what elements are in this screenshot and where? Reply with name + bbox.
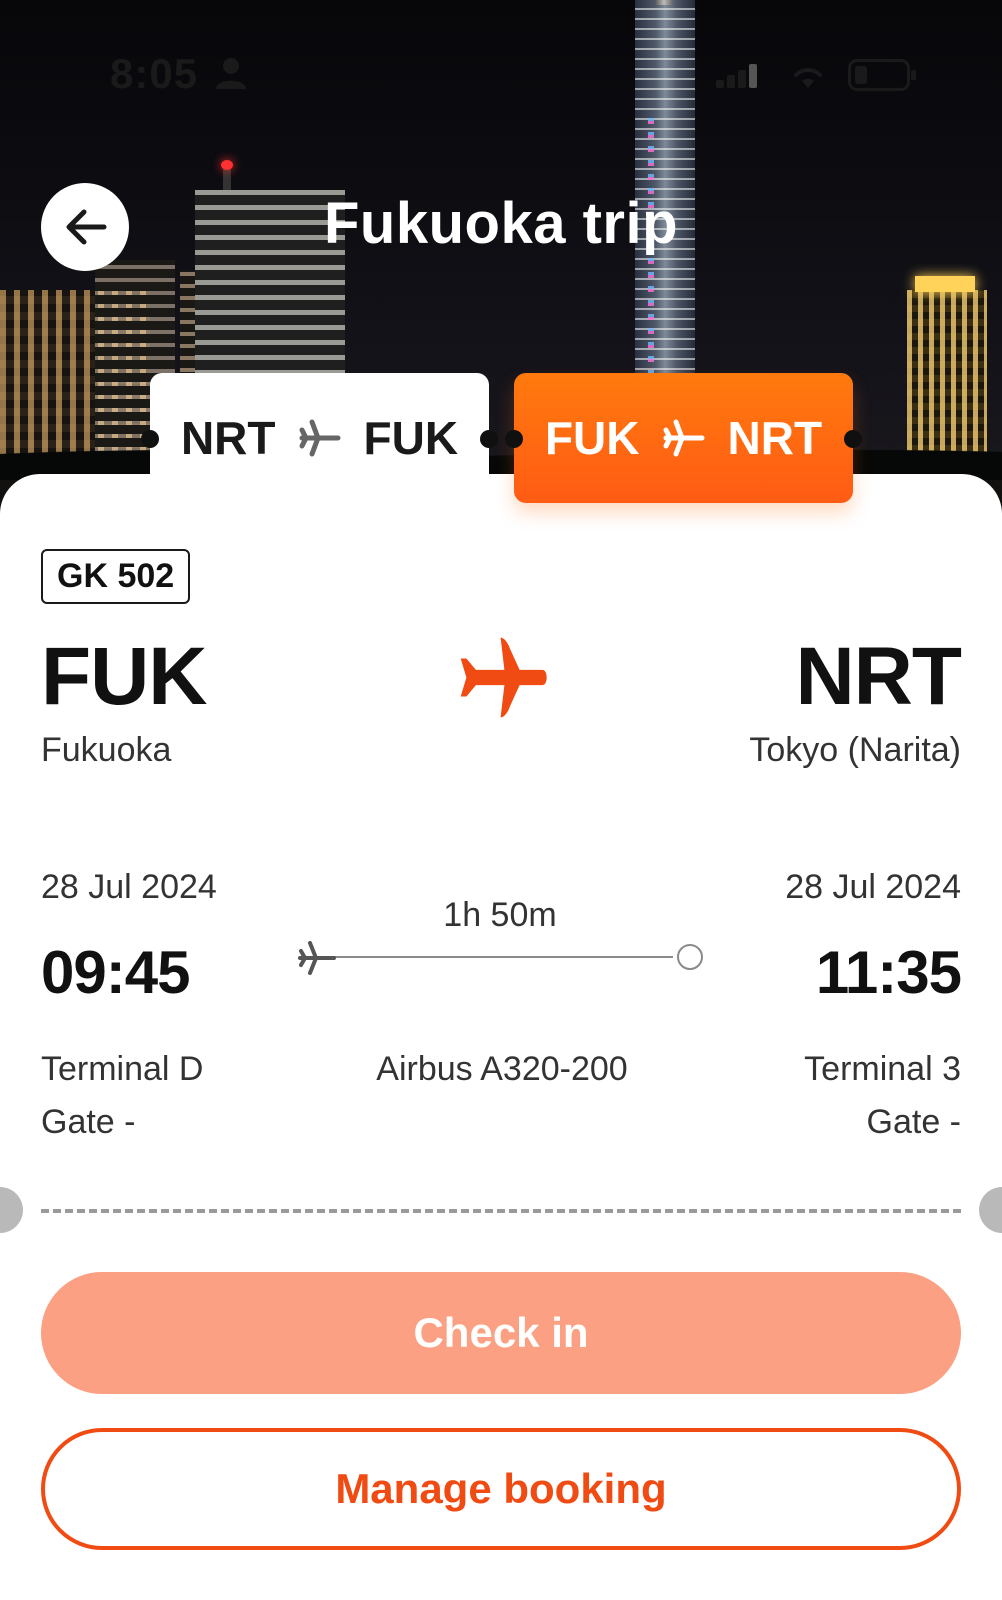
destination-code: NRT bbox=[795, 631, 962, 722]
origin-code: FUK bbox=[41, 631, 208, 722]
timeline-line bbox=[328, 956, 673, 958]
origin-gate: Gate - bbox=[41, 1103, 136, 1141]
tab-outbound[interactable]: NRT FUK bbox=[141, 373, 498, 503]
plane-icon bbox=[298, 941, 336, 975]
battery-icon bbox=[848, 59, 916, 91]
check-in-button[interactable]: Check in bbox=[41, 1272, 961, 1394]
tab-to-code: FUK bbox=[363, 412, 459, 464]
signal-icon bbox=[716, 64, 760, 88]
origin-city: Fukuoka bbox=[41, 731, 172, 769]
departure-date: 28 Jul 2024 bbox=[41, 868, 217, 906]
plane-icon bbox=[460, 637, 547, 718]
manage-booking-button[interactable]: Manage booking bbox=[41, 1428, 961, 1550]
wifi-icon bbox=[794, 68, 822, 88]
tab-from-code: FUK bbox=[544, 412, 640, 464]
plane-icon bbox=[299, 419, 340, 457]
person-icon bbox=[216, 58, 246, 89]
tab-notch bbox=[844, 430, 862, 448]
tab-to-code: NRT bbox=[727, 412, 823, 464]
tab-notch bbox=[141, 430, 159, 448]
tab-notch bbox=[480, 430, 498, 448]
origin-terminal: Terminal D bbox=[41, 1050, 204, 1088]
page-title: Fukuoka trip bbox=[323, 191, 679, 256]
tab-notch bbox=[505, 430, 523, 448]
timeline-end-dot bbox=[677, 944, 703, 970]
tab-return[interactable]: FUK NRT bbox=[505, 373, 862, 503]
flight-number-badge: GK 502 bbox=[41, 549, 191, 604]
battery-level bbox=[855, 66, 867, 84]
flight-duration: 1h 50m bbox=[443, 896, 557, 934]
destination-terminal: Terminal 3 bbox=[804, 1050, 961, 1088]
screen: 8:05 Fukuoka trip NRT FUK FUK NRT GK 502… bbox=[0, 0, 1002, 1600]
ticket-perforation bbox=[41, 1209, 961, 1213]
destination-gate: Gate - bbox=[866, 1103, 961, 1141]
arrival-date: 28 Jul 2024 bbox=[785, 868, 961, 906]
arrival-time: 11:35 bbox=[815, 939, 962, 1006]
departure-time: 09:45 bbox=[41, 939, 190, 1006]
aircraft-type: Airbus A320-200 bbox=[376, 1050, 628, 1088]
flight-timeline bbox=[298, 937, 703, 977]
tab-from-code: NRT bbox=[180, 412, 276, 464]
plane-icon bbox=[663, 419, 704, 457]
status-time: 8:05 bbox=[110, 50, 199, 97]
destination-city: Tokyo (Narita) bbox=[749, 731, 961, 769]
